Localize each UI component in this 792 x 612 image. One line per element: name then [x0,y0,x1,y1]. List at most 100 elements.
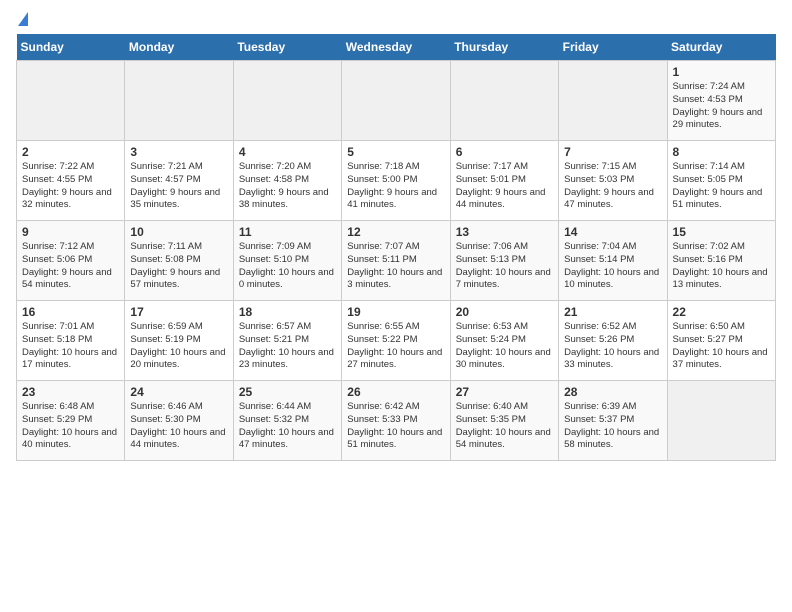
day-info: Sunrise: 6:57 AM Sunset: 5:21 PM Dayligh… [239,321,336,372]
day-info: Sunrise: 7:15 AM Sunset: 5:03 PM Dayligh… [564,161,661,212]
calendar-cell: 17 Sunrise: 6:59 AM Sunset: 5:19 PM Dayli… [125,301,233,381]
day-number: 5 [347,145,444,159]
day-info: Sunrise: 7:04 AM Sunset: 5:14 PM Dayligh… [564,241,661,292]
day-info: Sunrise: 6:52 AM Sunset: 5:26 PM Dayligh… [564,321,661,372]
weekday-header-tuesday: Tuesday [233,34,341,61]
calendar-cell: 10 Sunrise: 7:11 AM Sunset: 5:08 PM Dayli… [125,221,233,301]
weekday-header-friday: Friday [559,34,667,61]
calendar-cell: 3Sunrise: 7:21 AM Sunset: 4:57 PM Daylig… [125,141,233,221]
day-number: 18 [239,305,336,319]
day-number: 19 [347,305,444,319]
day-number: 14 [564,225,661,239]
calendar-cell [342,61,450,141]
calendar-cell: 16 Sunrise: 7:01 AM Sunset: 5:18 PM Dayli… [17,301,125,381]
day-number: 25 [239,385,336,399]
logo [16,16,28,26]
calendar-cell [125,61,233,141]
calendar-cell: 26 Sunrise: 6:42 AM Sunset: 5:33 PM Dayli… [342,381,450,461]
day-number: 2 [22,145,119,159]
calendar-cell: 21 Sunrise: 6:52 AM Sunset: 5:26 PM Dayli… [559,301,667,381]
weekday-header-saturday: Saturday [667,34,775,61]
day-number: 9 [22,225,119,239]
calendar-cell: 13 Sunrise: 7:06 AM Sunset: 5:13 PM Dayli… [450,221,558,301]
calendar-cell: 15 Sunrise: 7:02 AM Sunset: 5:16 PM Dayli… [667,221,775,301]
day-number: 7 [564,145,661,159]
day-info: Sunrise: 7:21 AM Sunset: 4:57 PM Dayligh… [130,161,227,212]
calendar-cell: 24 Sunrise: 6:46 AM Sunset: 5:30 PM Dayli… [125,381,233,461]
day-number: 27 [456,385,553,399]
calendar-cell: 23 Sunrise: 6:48 AM Sunset: 5:29 PM Dayli… [17,381,125,461]
day-number: 17 [130,305,227,319]
day-number: 6 [456,145,553,159]
calendar-cell: 4 Sunrise: 7:20 AM Sunset: 4:58 PM Daylig… [233,141,341,221]
day-info: Sunrise: 7:11 AM Sunset: 5:08 PM Dayligh… [130,241,227,292]
calendar-cell: 27 Sunrise: 6:40 AM Sunset: 5:35 PM Dayli… [450,381,558,461]
day-number: 24 [130,385,227,399]
day-info: Sunrise: 7:02 AM Sunset: 5:16 PM Dayligh… [673,241,770,292]
day-number: 1 [673,65,770,79]
calendar-week-row: 1 Sunrise: 7:24 AM Sunset: 4:53 PM Daylig… [17,61,776,141]
day-number: 20 [456,305,553,319]
weekday-header-thursday: Thursday [450,34,558,61]
day-number: 10 [130,225,227,239]
calendar-cell: 18 Sunrise: 6:57 AM Sunset: 5:21 PM Dayli… [233,301,341,381]
day-number: 16 [22,305,119,319]
day-info: Sunrise: 6:59 AM Sunset: 5:19 PM Dayligh… [130,321,227,372]
day-number: 13 [456,225,553,239]
day-info: Sunrise: 6:40 AM Sunset: 5:35 PM Dayligh… [456,401,553,452]
day-info: Sunrise: 6:44 AM Sunset: 5:32 PM Dayligh… [239,401,336,452]
day-info: Sunrise: 6:50 AM Sunset: 5:27 PM Dayligh… [673,321,770,372]
calendar-cell: 1 Sunrise: 7:24 AM Sunset: 4:53 PM Daylig… [667,61,775,141]
calendar-cell: 7 Sunrise: 7:15 AM Sunset: 5:03 PM Daylig… [559,141,667,221]
day-info: Sunrise: 6:48 AM Sunset: 5:29 PM Dayligh… [22,401,119,452]
weekday-header-monday: Monday [125,34,233,61]
day-info: Sunrise: 7:09 AM Sunset: 5:10 PM Dayligh… [239,241,336,292]
calendar-cell: 11 Sunrise: 7:09 AM Sunset: 5:10 PM Dayli… [233,221,341,301]
calendar-week-row: 2 Sunrise: 7:22 AM Sunset: 4:55 PM Daylig… [17,141,776,221]
calendar-cell [559,61,667,141]
day-info: Sunrise: 6:55 AM Sunset: 5:22 PM Dayligh… [347,321,444,372]
weekday-header-sunday: Sunday [17,34,125,61]
day-info: Sunrise: 6:39 AM Sunset: 5:37 PM Dayligh… [564,401,661,452]
day-info: Sunrise: 7:14 AM Sunset: 5:05 PM Dayligh… [673,161,770,212]
day-number: 28 [564,385,661,399]
calendar-cell: 19 Sunrise: 6:55 AM Sunset: 5:22 PM Dayli… [342,301,450,381]
calendar-cell [450,61,558,141]
logo-triangle-icon [18,12,28,26]
calendar-cell: 9 Sunrise: 7:12 AM Sunset: 5:06 PM Daylig… [17,221,125,301]
calendar-cell: 6 Sunrise: 7:17 AM Sunset: 5:01 PM Daylig… [450,141,558,221]
day-number: 15 [673,225,770,239]
day-info: Sunrise: 7:20 AM Sunset: 4:58 PM Dayligh… [239,161,336,212]
day-info: Sunrise: 6:46 AM Sunset: 5:30 PM Dayligh… [130,401,227,452]
calendar-cell: 8 Sunrise: 7:14 AM Sunset: 5:05 PM Daylig… [667,141,775,221]
calendar-cell [667,381,775,461]
calendar-cell: 2 Sunrise: 7:22 AM Sunset: 4:55 PM Daylig… [17,141,125,221]
weekday-header-row: SundayMondayTuesdayWednesdayThursdayFrid… [17,34,776,61]
day-info: Sunrise: 7:22 AM Sunset: 4:55 PM Dayligh… [22,161,119,212]
calendar-cell: 25 Sunrise: 6:44 AM Sunset: 5:32 PM Dayli… [233,381,341,461]
calendar-cell: 12 Sunrise: 7:07 AM Sunset: 5:11 PM Dayli… [342,221,450,301]
page-header [16,16,776,26]
day-info: Sunrise: 7:07 AM Sunset: 5:11 PM Dayligh… [347,241,444,292]
day-info: Sunrise: 7:06 AM Sunset: 5:13 PM Dayligh… [456,241,553,292]
calendar-cell: 28 Sunrise: 6:39 AM Sunset: 5:37 PM Dayli… [559,381,667,461]
calendar-week-row: 23 Sunrise: 6:48 AM Sunset: 5:29 PM Dayli… [17,381,776,461]
day-number: 12 [347,225,444,239]
calendar-cell: 20Sunrise: 6:53 AM Sunset: 5:24 PM Dayli… [450,301,558,381]
day-number: 21 [564,305,661,319]
day-info: Sunrise: 6:42 AM Sunset: 5:33 PM Dayligh… [347,401,444,452]
calendar-cell: 5Sunrise: 7:18 AM Sunset: 5:00 PM Daylig… [342,141,450,221]
day-number: 23 [22,385,119,399]
day-number: 26 [347,385,444,399]
weekday-header-wednesday: Wednesday [342,34,450,61]
day-number: 11 [239,225,336,239]
day-number: 22 [673,305,770,319]
day-info: Sunrise: 7:01 AM Sunset: 5:18 PM Dayligh… [22,321,119,372]
day-number: 4 [239,145,336,159]
day-info: Sunrise: 7:24 AM Sunset: 4:53 PM Dayligh… [673,81,770,132]
day-number: 8 [673,145,770,159]
calendar-table: SundayMondayTuesdayWednesdayThursdayFrid… [16,34,776,461]
day-info: Sunrise: 7:12 AM Sunset: 5:06 PM Dayligh… [22,241,119,292]
calendar-cell [233,61,341,141]
day-info: Sunrise: 7:17 AM Sunset: 5:01 PM Dayligh… [456,161,553,212]
